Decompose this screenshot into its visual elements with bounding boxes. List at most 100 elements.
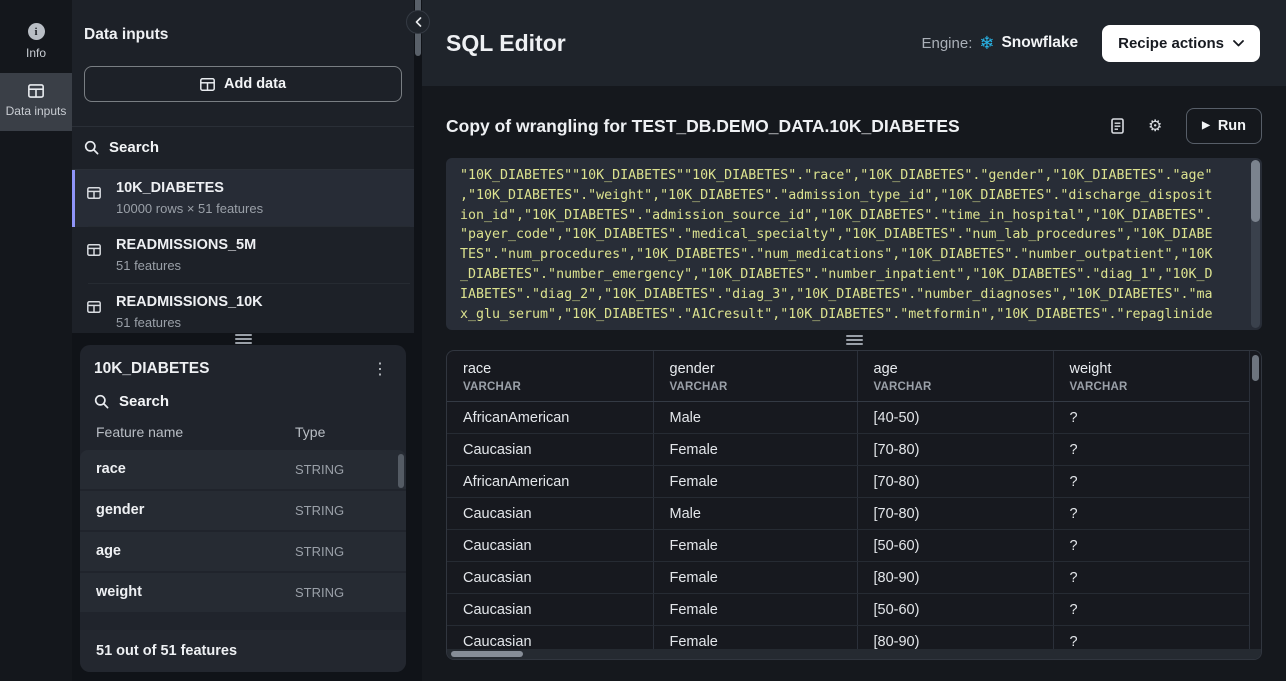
feature-list-scrollbar[interactable]	[398, 454, 404, 488]
feature-row-age[interactable]: age STRING	[80, 532, 406, 571]
collapse-panel-button[interactable]	[406, 10, 430, 34]
run-button[interactable]: ▶ Run	[1186, 108, 1262, 144]
table-cell[interactable]: ?	[1053, 530, 1249, 562]
feature-type: STRING	[295, 544, 390, 559]
feature-name: age	[96, 543, 295, 559]
play-icon: ▶	[1202, 121, 1210, 131]
dataset-meta: 51 features	[116, 314, 400, 331]
table-cell[interactable]: [70-80)	[857, 466, 1053, 498]
panel-title: Data inputs	[72, 0, 414, 44]
table-cell[interactable]: [40-50)	[857, 402, 1053, 434]
recipe-actions-label: Recipe actions	[1118, 35, 1224, 52]
table-cell[interactable]: Male	[653, 498, 857, 530]
table-cell[interactable]: [70-80)	[857, 498, 1053, 530]
column-name: gender	[670, 360, 841, 378]
recipe-actions-button[interactable]: Recipe actions	[1102, 25, 1260, 62]
feature-name: gender	[96, 502, 295, 518]
left-panel-column: Data inputs Add data Search 10	[72, 0, 414, 681]
column-type: VARCHAR	[874, 381, 1037, 393]
table-vertical-scrollbar-thumb[interactable]	[1252, 355, 1259, 381]
column-type: VARCHAR	[670, 381, 841, 393]
feature-search[interactable]: Search	[80, 383, 406, 416]
table-icon	[28, 84, 44, 98]
table-cell[interactable]: [50-60)	[857, 594, 1053, 626]
column-type: VARCHAR	[463, 381, 637, 393]
column-name: age	[874, 360, 1037, 378]
add-data-button[interactable]: Add data	[84, 66, 402, 102]
table-cell[interactable]: Caucasian	[447, 594, 653, 626]
table-row: CaucasianFemale[80-90)?	[447, 562, 1249, 594]
feature-row-race[interactable]: race STRING	[80, 450, 406, 489]
info-icon: i	[28, 23, 45, 40]
feature-browser-panel: 10K_DIABETES ⋮ Search Feature name Type …	[80, 345, 406, 672]
feature-name: race	[96, 461, 295, 477]
drag-grip-icon	[235, 334, 252, 344]
search-label: Search	[109, 139, 159, 156]
column-header-weight[interactable]: weight VARCHAR	[1053, 351, 1249, 402]
more-options-button[interactable]: ⋮	[368, 359, 392, 379]
table-horizontal-scrollbar-thumb[interactable]	[451, 651, 523, 657]
table-icon	[87, 301, 101, 313]
table-cell[interactable]: Male	[653, 402, 857, 434]
table-cell[interactable]: ?	[1053, 434, 1249, 466]
table-icon	[87, 244, 101, 256]
dataset-item-readmissions-10k[interactable]: READMISSIONS_10K 51 features	[72, 284, 414, 333]
table-cell[interactable]: ?	[1053, 562, 1249, 594]
chevron-left-icon	[415, 17, 422, 27]
table-cell[interactable]: Caucasian	[447, 434, 653, 466]
panel-resize-handle[interactable]	[72, 333, 414, 345]
table-cell[interactable]: Caucasian	[447, 530, 653, 562]
table-cell[interactable]: AfricanAmerican	[447, 402, 653, 434]
results-resize-handle[interactable]	[422, 330, 1286, 350]
dataset-name: READMISSIONS_5M	[116, 236, 400, 254]
code-scrollbar-thumb[interactable]	[1251, 160, 1260, 222]
table-cell[interactable]: [80-90)	[857, 562, 1053, 594]
panel-divider	[414, 0, 422, 681]
table-cell[interactable]: Female	[653, 530, 857, 562]
table-cell[interactable]: Female	[653, 562, 857, 594]
column-header-age[interactable]: age VARCHAR	[857, 351, 1053, 402]
column-header-race[interactable]: race VARCHAR	[447, 351, 653, 402]
table-cell[interactable]: ?	[1053, 402, 1249, 434]
table-cell[interactable]: Female	[653, 466, 857, 498]
dataset-item-readmissions-5m[interactable]: READMISSIONS_5M 51 features	[72, 227, 414, 284]
dataset-search[interactable]: Search	[72, 127, 414, 170]
settings-gear-button[interactable]: ⚙	[1140, 112, 1170, 140]
notebook-icon-button[interactable]	[1102, 112, 1132, 140]
table-cell[interactable]: ?	[1053, 594, 1249, 626]
page-title: SQL Editor	[446, 30, 921, 57]
feature-count-footer: 51 out of 51 features	[80, 630, 406, 672]
feature-name: weight	[96, 584, 295, 600]
search-icon	[84, 140, 99, 155]
table-cell[interactable]: [50-60)	[857, 530, 1053, 562]
sql-code-text: "10K_DIABETES""10K_DIABETES""10K_DIABETE…	[446, 158, 1262, 330]
query-header: Copy of wrangling for TEST_DB.DEMO_DATA.…	[422, 86, 1286, 158]
column-header-gender[interactable]: gender VARCHAR	[653, 351, 857, 402]
table-row: CaucasianFemale[70-80)?	[447, 434, 1249, 466]
table-row: CaucasianMale[70-80)?	[447, 498, 1249, 530]
table-cell[interactable]: AfricanAmerican	[447, 466, 653, 498]
table-row: CaucasianFemale[50-60)?	[447, 530, 1249, 562]
feature-row-weight[interactable]: weight STRING	[80, 573, 406, 612]
table-header-row: race VARCHAR gender VARCHAR age VARCHAR	[447, 351, 1249, 402]
query-title: Copy of wrangling for TEST_DB.DEMO_DATA.…	[446, 116, 1094, 137]
sql-code-editor[interactable]: "10K_DIABETES""10K_DIABETES""10K_DIABETE…	[446, 158, 1262, 330]
table-icon	[200, 78, 215, 91]
snowflake-icon: ❄	[979, 34, 994, 52]
table-cell[interactable]: Female	[653, 594, 857, 626]
rail-item-info[interactable]: i Info	[0, 12, 72, 73]
feature-type: STRING	[295, 585, 390, 600]
table-cell[interactable]: ?	[1053, 498, 1249, 530]
feature-name-column-header: Feature name	[96, 424, 295, 440]
dataset-item-10k-diabetes[interactable]: 10K_DIABETES 10000 rows × 51 features	[72, 170, 414, 227]
rail-item-data-inputs[interactable]: Data inputs	[0, 73, 72, 131]
feature-row-gender[interactable]: gender STRING	[80, 491, 406, 530]
table-cell[interactable]: Caucasian	[447, 498, 653, 530]
table-cell[interactable]: Female	[653, 434, 857, 466]
table-cell[interactable]: [70-80)	[857, 434, 1053, 466]
rail-item-label: Data inputs	[6, 104, 67, 118]
table-cell[interactable]: Caucasian	[447, 562, 653, 594]
dataset-name: 10K_DIABETES	[116, 179, 400, 197]
table-cell[interactable]: ?	[1053, 466, 1249, 498]
chevron-down-icon	[1233, 40, 1244, 47]
